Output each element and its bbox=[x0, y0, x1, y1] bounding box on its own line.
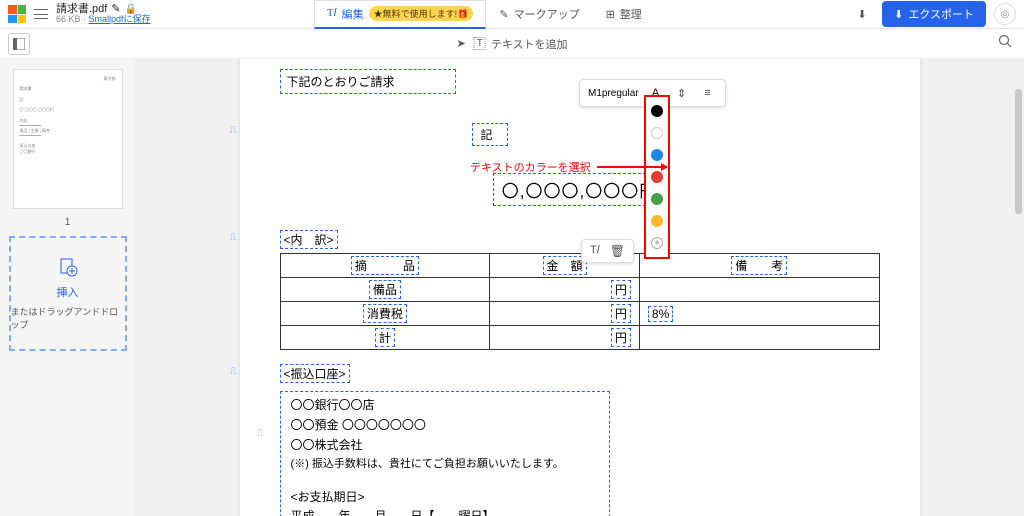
pointer-icon[interactable]: ➤ bbox=[457, 37, 466, 50]
selection-toolbar: T𝐼 🗑 bbox=[581, 239, 634, 263]
marker-icon: ⎍ bbox=[230, 366, 237, 377]
pay-line: 平成 年 月 日【 曜日】 bbox=[291, 507, 599, 516]
text-block[interactable]: 下記のとおりご請求 bbox=[280, 69, 456, 94]
add-color-icon[interactable]: + bbox=[651, 237, 663, 249]
color-yellow[interactable] bbox=[651, 215, 663, 227]
menu-icon[interactable] bbox=[34, 9, 48, 19]
arrow-icon bbox=[597, 166, 667, 168]
add-text-button[interactable]: Tテキストを追加 bbox=[474, 36, 568, 52]
pay-head: <お支払期日> bbox=[291, 488, 599, 508]
bank-info[interactable]: ⎍ 〇〇銀行〇〇店 〇〇預金 〇〇〇〇〇〇〇 〇〇株式会社 (※) 振込手数料は… bbox=[280, 391, 610, 516]
color-green[interactable] bbox=[651, 193, 663, 205]
sidebar-toggle[interactable] bbox=[8, 33, 30, 55]
section-label[interactable]: <内 訳> bbox=[280, 230, 338, 249]
color-white[interactable] bbox=[651, 127, 663, 139]
share-icon[interactable]: ⵪ bbox=[818, 2, 842, 26]
tab-edit[interactable]: T𝐼編集★無料で使用します!🎁 bbox=[314, 0, 487, 29]
dragdrop-label: またはドラッグアンドドロップ bbox=[11, 305, 125, 331]
table-header[interactable]: 金 額 bbox=[543, 256, 587, 275]
size-stepper-icon[interactable]: ⇕ bbox=[673, 84, 691, 102]
table-cell[interactable]: 円 bbox=[611, 280, 631, 299]
font-name[interactable]: M1pregular bbox=[588, 88, 639, 99]
bank-line: 〇〇株式会社 bbox=[291, 436, 599, 456]
text-heading[interactable]: 記 bbox=[472, 123, 508, 146]
page-thumbnail[interactable]: 東京都請求書記〇,〇〇〇,〇〇〇円内訳━━━━━━━━━摘品 | 金額 | 備考… bbox=[13, 69, 123, 209]
amount-field[interactable]: 〇,〇〇〇,〇〇〇円 bbox=[493, 173, 666, 206]
section-label[interactable]: <振込口座> bbox=[280, 364, 350, 383]
edit-text-icon[interactable]: T𝐼 bbox=[590, 244, 600, 258]
table-cell[interactable]: 円 bbox=[611, 304, 631, 323]
search-icon[interactable] bbox=[998, 34, 1012, 53]
marker-icon: ⎍ bbox=[230, 125, 237, 136]
table-cell[interactable]: 8% bbox=[648, 306, 673, 322]
lock-icon[interactable]: 🔒 bbox=[125, 4, 137, 15]
save-cloud-link[interactable]: Smallpdfに保存 bbox=[89, 14, 151, 24]
color-picker-panel: + bbox=[644, 95, 670, 259]
bank-note: (※) 振込手数料は、貴社にてご負担お願いいたします。 bbox=[291, 455, 599, 473]
page-number: 1 bbox=[65, 217, 71, 228]
delete-icon[interactable]: 🗑 bbox=[610, 244, 625, 258]
breakdown-table: 摘 品金 額備 考 備品円 消費税円8% 計円 bbox=[280, 253, 880, 350]
insert-page-drop[interactable]: 挿入 またはドラッグアンドドロップ bbox=[9, 236, 127, 351]
align-icon[interactable]: ≡ bbox=[699, 84, 717, 102]
tab-organize[interactable]: ⊞整理 bbox=[593, 0, 655, 28]
free-badge: ★無料で使用します!🎁 bbox=[369, 6, 474, 21]
table-cell[interactable]: 備品 bbox=[369, 280, 401, 299]
table-header[interactable]: 備 考 bbox=[731, 256, 787, 275]
download-icon[interactable]: ⬇ bbox=[850, 2, 874, 26]
marker-icon: ⎍ bbox=[257, 426, 264, 443]
annotation-label: テキストのカラーを選択 bbox=[470, 159, 667, 175]
bank-line: 〇〇銀行〇〇店 bbox=[291, 396, 599, 416]
file-info: 請求書.pdf ✎ 🔒 66 KB · Smallpdfに保存 bbox=[56, 3, 151, 25]
file-size: 66 KB bbox=[56, 14, 81, 24]
table-cell[interactable]: 消費税 bbox=[363, 304, 407, 323]
mode-tabs: T𝐼編集★無料で使用します!🎁 ✎マークアップ ⊞整理 bbox=[314, 0, 655, 29]
insert-label: 挿入 bbox=[57, 284, 79, 300]
tab-markup[interactable]: ✎マークアップ bbox=[486, 0, 592, 28]
bank-line: 〇〇預金 〇〇〇〇〇〇〇 bbox=[291, 416, 599, 436]
document-viewport[interactable]: 下記のとおりご請求 ⎍ 記 〇,〇〇〇,〇〇〇円 ⎍ <内 訳> 摘 品金 額備… bbox=[135, 59, 1024, 516]
table-cell[interactable]: 計 bbox=[375, 328, 395, 347]
thumbnail-sidebar: 東京都請求書記〇,〇〇〇,〇〇〇円内訳━━━━━━━━━摘品 | 金額 | 備考… bbox=[0, 59, 135, 516]
color-black[interactable] bbox=[651, 105, 663, 117]
scrollbar[interactable] bbox=[1015, 89, 1022, 214]
table-cell[interactable]: 円 bbox=[611, 328, 631, 347]
marker-icon: ⎍ bbox=[230, 232, 237, 243]
export-button[interactable]: ⬇エクスポート bbox=[882, 1, 986, 27]
app-logo bbox=[8, 5, 26, 23]
table-header[interactable]: 摘 品 bbox=[351, 256, 419, 275]
pdf-page: 下記のとおりご請求 ⎍ 記 〇,〇〇〇,〇〇〇円 ⎍ <内 訳> 摘 品金 額備… bbox=[240, 59, 920, 516]
user-avatar[interactable]: ◎ bbox=[994, 3, 1016, 25]
